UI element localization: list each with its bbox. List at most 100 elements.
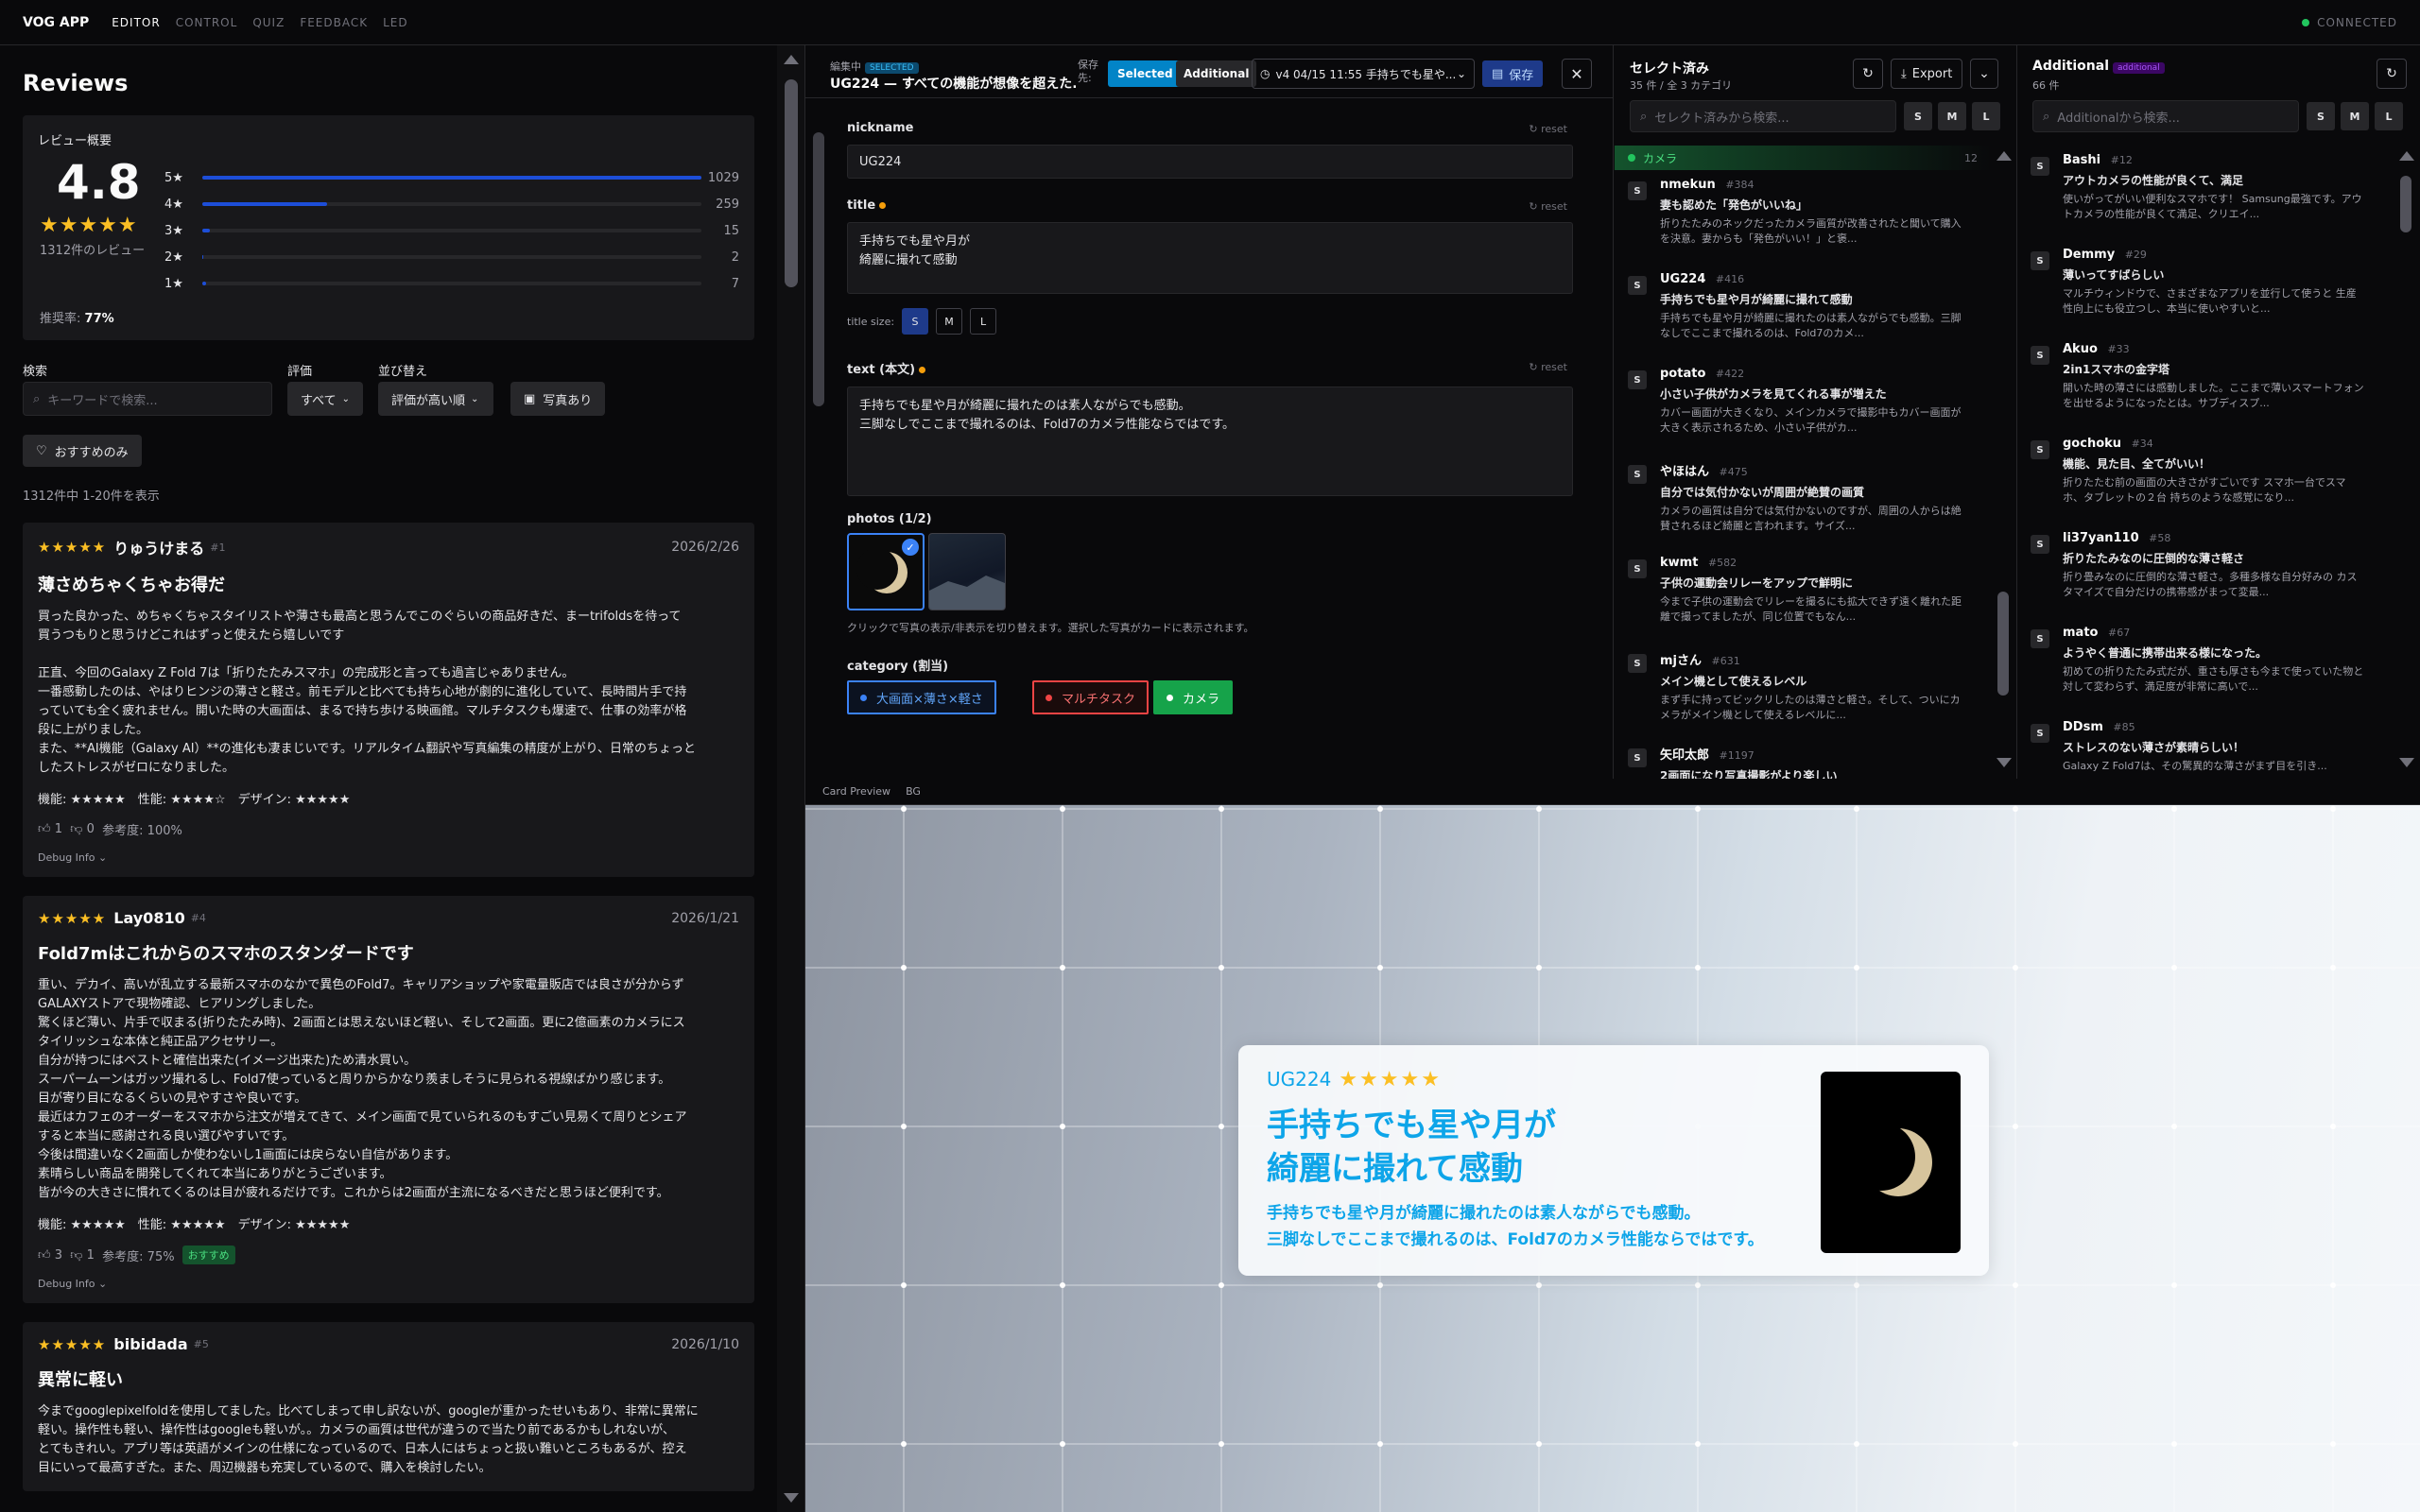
list-item[interactable]: S Bashi #12 アウトカメラの性能が良くて、満足 使いがってがいい便利なスマホ… bbox=[2017, 149, 2394, 244]
review-card[interactable]: ★★★★★ bibidada #5 2026/1/10 異常に軽い 今までgoo… bbox=[23, 1322, 754, 1491]
rating-filter-select[interactable]: すべて ⌄ bbox=[287, 382, 363, 416]
modified-dot-icon bbox=[879, 202, 887, 209]
close-button[interactable]: ✕ bbox=[1562, 59, 1592, 89]
list-item[interactable]: Snmekun #384 妻も認めた「発色がいいね」 折りたたみのネックだったカメラ… bbox=[1615, 174, 1991, 268]
scroll-thumb[interactable] bbox=[1997, 592, 2009, 696]
category-camera-button[interactable]: カメラ bbox=[1153, 680, 1234, 714]
debug-info-toggle[interactable]: Debug Info ⌄ bbox=[38, 1278, 739, 1290]
avatar: S bbox=[2031, 440, 2049, 459]
tab-card-preview[interactable]: Card Preview bbox=[822, 785, 890, 798]
recommended-only-button[interactable]: ♡ おすすめのみ bbox=[23, 435, 142, 467]
target-selected-button[interactable]: Selected bbox=[1108, 60, 1183, 87]
debug-info-toggle[interactable]: Debug Info ⌄ bbox=[38, 851, 739, 864]
editor-scroll-thumb[interactable] bbox=[813, 132, 824, 406]
nav-control[interactable]: CONTROL bbox=[176, 16, 238, 29]
size-m-button[interactable]: M bbox=[1938, 102, 1966, 130]
save-icon: ▤ bbox=[1492, 66, 1504, 81]
reviews-scrollbar[interactable] bbox=[777, 45, 805, 1512]
list-item[interactable]: Sli37yan110 #58 折りたたみなのに圧倒的な薄さ軽さ 折り畳みなのに圧倒… bbox=[2017, 527, 2394, 622]
size-l-button[interactable]: L bbox=[970, 308, 997, 335]
size-l-button[interactable]: L bbox=[2375, 102, 2403, 130]
scroll-thumb[interactable] bbox=[785, 79, 798, 287]
thumbs-up-icon[interactable]: 👍︎ bbox=[38, 1248, 51, 1263]
photo-thumb-night[interactable] bbox=[928, 533, 1006, 610]
list-item[interactable]: Spotato #422 小さい子供がカメラを見てくれる事が増えた カバー画面が大き… bbox=[1615, 363, 1991, 457]
review-search-input[interactable]: ⌕ キーワードで検索... bbox=[23, 382, 272, 416]
selected-title: セレクト済み bbox=[1630, 61, 1709, 77]
list-item[interactable]: S Akuo #33 2in1スマホの金字塔 開いた時の薄さには感動しました。ここまで… bbox=[2017, 338, 2394, 433]
breakdown-count: 7 bbox=[731, 276, 739, 291]
grid-node bbox=[1854, 1441, 1859, 1447]
reset-label: reset bbox=[1541, 361, 1567, 373]
selected-scrollbar[interactable] bbox=[1993, 147, 2014, 771]
category-screen-button[interactable]: 大画面×薄さ×軽さ bbox=[847, 680, 996, 714]
target-additional-button[interactable]: Additional bbox=[1176, 60, 1257, 87]
review-summary: レビュー概要 4.8 ★★★★★ 1312件のレビュー 推奨率: 77% 5★ 1… bbox=[23, 115, 754, 340]
size-s-button[interactable]: S bbox=[1904, 102, 1932, 130]
reset-label: reset bbox=[1541, 200, 1567, 213]
list-item[interactable]: S DDsm #85 ストレスのない薄さが素晴らしい！ Galaxy Z Fold7は… bbox=[2017, 716, 2394, 779]
sort-select[interactable]: 評価が高い順 ⌄ bbox=[378, 382, 493, 416]
refresh-button[interactable]: ↻ bbox=[2377, 59, 2407, 89]
review-card[interactable]: ★★★★★ Lay0810 #4 2026/1/21 Fold7mはこれからのス… bbox=[23, 896, 754, 1303]
size-s-button[interactable]: S bbox=[2307, 102, 2335, 130]
photo-filter-button[interactable]: ▣ 写真あり bbox=[510, 382, 606, 416]
thumbs-down-icon[interactable]: 👎︎ bbox=[70, 822, 82, 836]
category-group-camera[interactable]: カメラ 12 bbox=[1615, 146, 1991, 170]
export-label: Export bbox=[1911, 66, 1953, 81]
selected-count: 35 件 / 全 3 カテゴリ bbox=[1630, 79, 1733, 92]
size-l-button[interactable]: L bbox=[1972, 102, 2000, 130]
nickname-reset-button[interactable]: ↻ reset bbox=[1529, 123, 1567, 135]
size-m-button[interactable]: M bbox=[936, 308, 963, 335]
nav-feedback[interactable]: FEEDBACK bbox=[300, 16, 368, 29]
grid-node bbox=[1854, 965, 1859, 971]
photo-thumb-moon[interactable]: ✓ bbox=[847, 533, 925, 610]
list-item[interactable]: Sgochoku #34 機能、見た目、全てがいい！ 折りたたむ前の画面の大きさがす… bbox=[2017, 433, 2394, 527]
text-textarea[interactable]: 手持ちでも星や月が綺麗に撮れたのは素人ながらでも感動。 三脚なしでここまで撮れる… bbox=[847, 387, 1573, 496]
additional-scrollbar[interactable] bbox=[2395, 147, 2416, 771]
tab-bg[interactable]: BG bbox=[906, 785, 921, 798]
text-reset-button[interactable]: ↻ reset bbox=[1529, 361, 1567, 373]
refresh-button[interactable]: ↻ bbox=[1853, 59, 1883, 89]
list-item[interactable]: S やほはん #475 自分では気付かないが周囲が絶賛の画質 カメラの画質は自分では気… bbox=[1615, 457, 1991, 552]
scroll-down-icon[interactable] bbox=[784, 1493, 799, 1503]
size-s-button[interactable]: S bbox=[902, 308, 929, 335]
title-reset-button[interactable]: ↻ reset bbox=[1529, 200, 1567, 213]
thumbs-down-icon[interactable]: 👎︎ bbox=[70, 1248, 82, 1263]
title-textarea[interactable]: 手持ちでも星や月が 綺麗に撮れて感動 bbox=[847, 222, 1573, 294]
save-button[interactable]: ▤ 保存 bbox=[1482, 60, 1544, 87]
list-item[interactable]: S 矢印太郎 #1197 2画面になり写真撮影がより楽しい bbox=[1615, 741, 1991, 779]
category-dot-icon bbox=[1046, 694, 1052, 701]
category-multitask-button[interactable]: マルチタスク bbox=[1032, 680, 1150, 714]
list-item[interactable]: S Demmy #29 薄いってすばらしい マルチウィンドウで、さまざまなアプリを並行… bbox=[2017, 244, 2394, 338]
scroll-down-icon[interactable] bbox=[2399, 758, 2414, 767]
list-item[interactable]: S UG224 #416 手持ちでも星や月が綺麗に撮れて感動 手持ちでも星や月が綺麗に… bbox=[1615, 268, 1991, 363]
nickname-input[interactable]: UG224 bbox=[847, 145, 1573, 179]
list-item[interactable]: Skwmt #582 子供の運動会リレーをアップで鮮明に 今まで子供の運動会でリレー… bbox=[1615, 552, 1991, 646]
rating-breakdown: 5★ 1029 4★ 259 3★ 15 2★ 2 1★ 7 bbox=[164, 164, 739, 297]
item-name: やほはん #475 bbox=[1660, 461, 1991, 479]
additional-search-input[interactable]: ⌕ Additionalから検索... bbox=[2032, 100, 2299, 132]
thumbs-up-icon[interactable]: 👍︎ bbox=[38, 822, 51, 836]
list-item[interactable]: Smato #67 ようやく普通に携帯出来る様になった。 初めての折りたたみ式だが、… bbox=[2017, 622, 2394, 716]
review-card[interactable]: ★★★★★ りゅうけまる #1 2026/2/26 薄さめちゃくちゃお得だ 買っ… bbox=[23, 523, 754, 877]
export-button[interactable]: ⤓ Export bbox=[1891, 59, 1963, 89]
export-menu-button[interactable]: ⌄ bbox=[1970, 59, 1998, 89]
scroll-up-icon[interactable] bbox=[784, 55, 799, 64]
version-select[interactable]: ◷ v4 04/15 11:55 手持ちでも星や... ⌄ bbox=[1252, 59, 1475, 89]
item-name: mato #67 bbox=[2063, 626, 2394, 640]
size-m-button[interactable]: M bbox=[2341, 102, 2369, 130]
scroll-up-icon[interactable] bbox=[1996, 151, 2012, 161]
scroll-up-icon[interactable] bbox=[2399, 151, 2414, 161]
scroll-down-icon[interactable] bbox=[1996, 758, 2012, 767]
nav-quiz[interactable]: QUIZ bbox=[252, 16, 285, 29]
nav-editor[interactable]: EDITOR bbox=[112, 16, 160, 29]
selected-search-input[interactable]: ⌕ セレクト済みから検索... bbox=[1630, 100, 1896, 132]
category-group-count: 12 bbox=[1964, 151, 1978, 164]
scroll-thumb[interactable] bbox=[2400, 176, 2411, 232]
review-index: #1 bbox=[210, 541, 226, 554]
status-dot-icon bbox=[2302, 18, 2310, 26]
list-item[interactable]: Smjさん #631 メイン機として使えるレベル まず手に持ってビックリしたのは薄さ… bbox=[1615, 646, 1991, 741]
nav-led[interactable]: LED bbox=[383, 16, 408, 29]
item-body: Galaxy Z Fold7は、その驚異的な薄さがまず目を引き... bbox=[2063, 760, 2327, 772]
